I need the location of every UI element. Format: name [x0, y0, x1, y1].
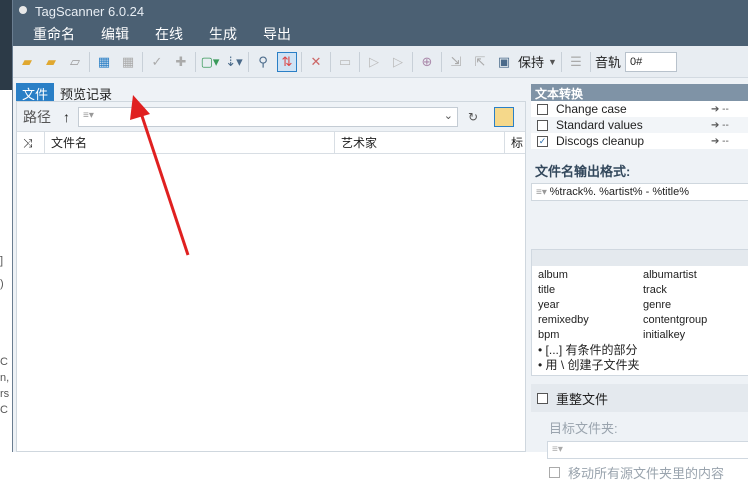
plus-icon[interactable]: ✚ — [171, 52, 191, 72]
select-icon[interactable]: ▢▾ — [200, 52, 220, 72]
menu-online[interactable]: 在线 — [155, 22, 183, 46]
folder-gray-icon[interactable]: ▭ — [335, 52, 355, 72]
col-filename[interactable]: 文件名 — [45, 132, 335, 153]
path-input[interactable]: ≡▾ ⌄ — [78, 106, 458, 127]
field-item[interactable]: contentgroup — [643, 313, 743, 328]
track-input[interactable]: 0# — [624, 51, 677, 72]
field-item[interactable]: bpm — [538, 328, 643, 343]
tab-files[interactable]: 文件 — [16, 83, 55, 102]
column-header: ⤨ 文件名 艺术家 标 — [17, 132, 525, 154]
toolbar: ▰ ▰ ▱ ▦ ▦ ✓ ✚ ▢▾ ⇣▾ ⚲ ⇅ ✕ ▭ ▷ ▷ ⊕ ⇲ ⇱ ▣ … — [13, 46, 748, 78]
field-item[interactable]: year — [538, 298, 643, 313]
folder-up-icon[interactable]: ▰ — [17, 52, 37, 72]
col-title[interactable]: 标 — [505, 132, 525, 153]
format-label: 文件名输出格式: — [535, 164, 631, 179]
app-icon — [19, 6, 27, 14]
compare-icon[interactable]: ⇅ — [277, 51, 297, 72]
file-panel: 路径 ↑ ≡▾ ⌄ ↻ ⤨ 文件名 艺术家 标 — [16, 101, 526, 452]
number-icon[interactable]: ⊕ — [417, 52, 437, 72]
format-input[interactable]: ≡▾ %track%. %artist% - %title% — [531, 183, 748, 201]
field-list: album albumartist title track year genre… — [531, 249, 748, 376]
grid-empty-icon[interactable]: ▦ — [118, 52, 138, 72]
title-bar: TagScanner 6.0.24 — [13, 0, 748, 22]
refresh-icon[interactable]: ↻ — [468, 110, 478, 124]
field-item[interactable]: remixedby — [538, 313, 643, 328]
menu-export[interactable]: 导出 — [263, 22, 291, 46]
reorganize-checkbox[interactable]: 重整文件 — [531, 384, 748, 412]
tab-bar: 文件 预览记录 — [16, 83, 118, 102]
folder-add-icon[interactable]: ▰ — [41, 52, 61, 72]
check-icon[interactable]: ✓ — [147, 52, 167, 72]
move-contents-checkbox[interactable]: 移动所有源文件夹里的内容 — [549, 463, 748, 482]
search-icon[interactable]: ⚲ — [253, 52, 273, 72]
rename-panel: 文本转换 Change case ➔ -- Standard values ➔ --… — [531, 84, 748, 481]
option-discogs-cleanup[interactable]: ✓ Discogs cleanup ➔ -- — [531, 133, 748, 149]
target-folder-label: 目标文件夹: — [549, 421, 618, 436]
option-standard-values[interactable]: Standard values ➔ -- — [531, 117, 748, 133]
menu-bar: 重命名 编辑 在线 生成 导出 — [13, 22, 748, 46]
image-icon[interactable]: ▣ — [494, 52, 514, 72]
menu-generate[interactable]: 生成 — [209, 22, 237, 46]
sort-icon[interactable]: ⇣▾ — [224, 52, 244, 72]
play-all-icon[interactable]: ▷ — [388, 52, 408, 72]
text-conversion-title: 文本转换 — [531, 84, 748, 101]
shuffle-icon[interactable]: ⤨ — [17, 132, 45, 153]
field-item[interactable]: albumartist — [643, 268, 743, 283]
col-artist[interactable]: 艺术家 — [335, 132, 505, 153]
folder-icon[interactable]: ▱ — [65, 52, 85, 72]
hint-conditional: • [...] 有条件的部分 — [538, 343, 638, 357]
hint-subfolder: • 用 \ 创建子文件夹 — [538, 358, 640, 372]
track-label: 音轨 — [594, 55, 621, 70]
field-item[interactable]: title — [538, 283, 643, 298]
background-window: ] ) C n, rs C — [0, 0, 12, 452]
play-icon[interactable]: ▷ — [364, 52, 384, 72]
export-icon[interactable]: ⇱ — [470, 52, 490, 72]
tab-preview-log[interactable]: 预览记录 — [54, 83, 118, 102]
field-item[interactable]: album — [538, 268, 643, 283]
remove-tag-icon[interactable]: ✕ — [306, 52, 326, 72]
path-label: 路径 — [23, 108, 51, 125]
menu-edit[interactable]: 编辑 — [101, 22, 129, 46]
field-item[interactable]: initialkey — [643, 328, 743, 343]
field-item[interactable]: track — [643, 283, 743, 298]
option-change-case[interactable]: Change case ➔ -- — [531, 101, 748, 117]
up-arrow-icon[interactable]: ↑ — [63, 109, 70, 125]
import-icon[interactable]: ⇲ — [446, 52, 466, 72]
folder-tree-icon[interactable] — [494, 106, 515, 127]
path-row: 路径 ↑ ≡▾ ⌄ ↻ — [17, 102, 525, 132]
menu-rename[interactable]: 重命名 — [33, 22, 75, 46]
field-item[interactable]: genre — [643, 298, 743, 313]
keep-dropdown[interactable]: 保持 — [518, 52, 544, 71]
app-window: TagScanner 6.0.24 重命名 编辑 在线 生成 导出 ▰ ▰ ▱ … — [12, 0, 748, 481]
target-folder-input[interactable]: ≡▾ — [547, 441, 748, 459]
grid-icon[interactable]: ▦ — [94, 52, 114, 72]
list-icon[interactable]: ☰ — [566, 52, 586, 72]
